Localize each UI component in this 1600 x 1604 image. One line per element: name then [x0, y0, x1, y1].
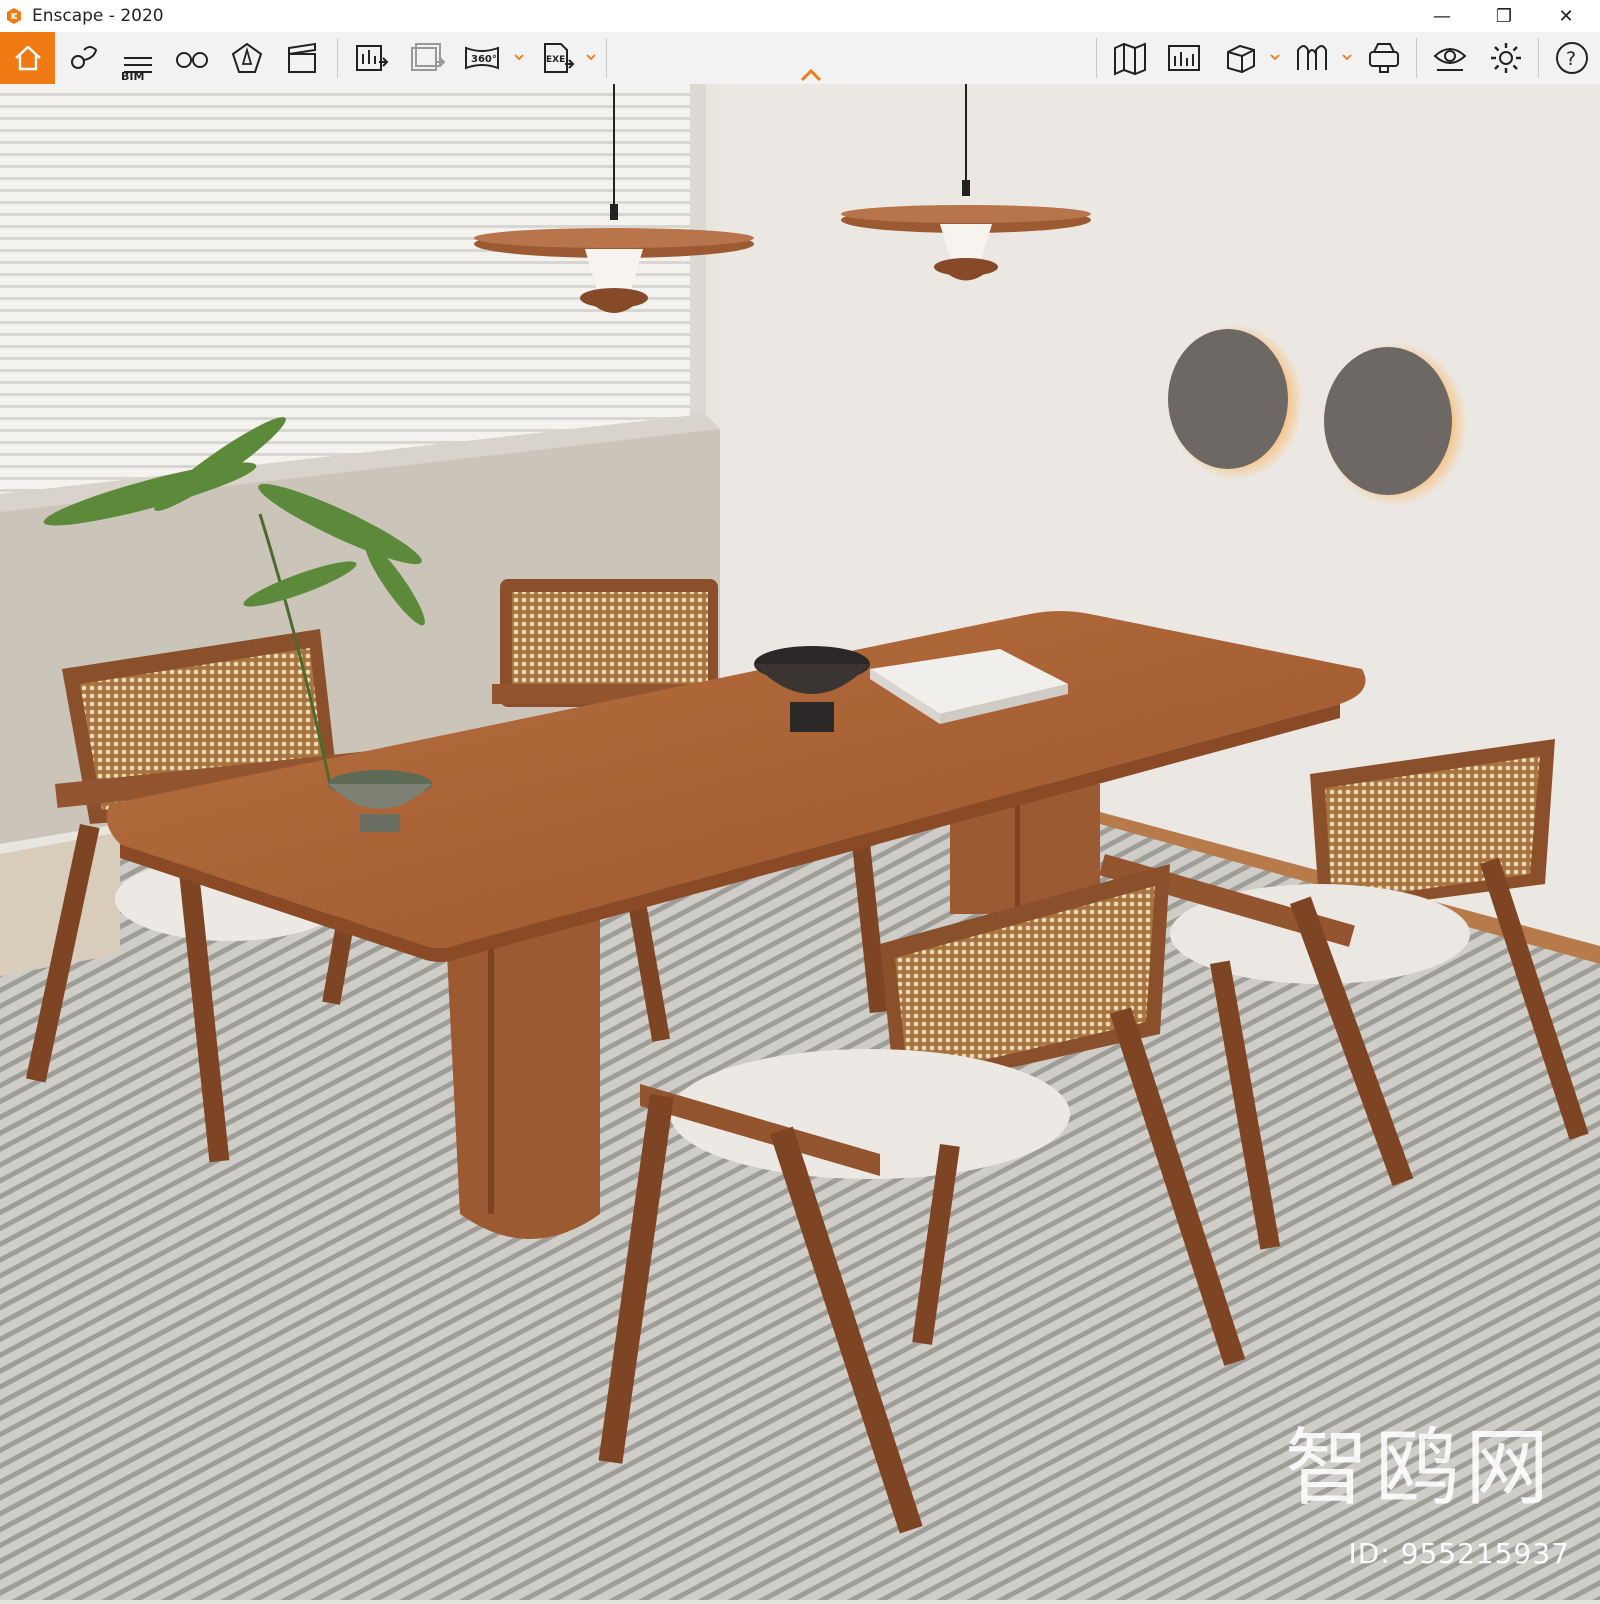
export-exe-button[interactable]: EXE — [536, 32, 580, 84]
title-bar: Enscape - 2020 — ❐ ✕ — [0, 0, 1600, 32]
close-button[interactable]: ✕ — [1540, 0, 1592, 32]
bim-label: BIM — [121, 70, 145, 83]
toolbar-separator — [337, 38, 338, 78]
export-exe-icon: EXE — [544, 43, 575, 73]
settings-button[interactable] — [1484, 32, 1528, 84]
binoculars-icon — [176, 52, 208, 68]
toolbar-separator — [1416, 38, 1417, 78]
asset-library-icon — [71, 46, 98, 69]
rendered-scene — [0, 84, 1600, 1600]
light-view-icon — [231, 42, 263, 73]
help-button[interactable]: ? — [1550, 32, 1594, 84]
render-viewport[interactable]: 智鸥网 ID: 955215937 — [0, 84, 1600, 1600]
materials-button[interactable] — [1290, 32, 1334, 84]
watermark-brand: 智鸥网 — [1284, 1419, 1555, 1517]
svg-text:360°: 360° — [471, 54, 497, 65]
binoculars-button[interactable] — [170, 32, 214, 84]
render-image-icon — [356, 45, 389, 71]
video-editor-icon — [288, 42, 316, 73]
materials-icon — [1297, 45, 1327, 70]
export-dropdown-chevron-icon[interactable] — [586, 52, 596, 62]
svg-text:EXE: EXE — [546, 55, 565, 65]
toolbar-separator — [1538, 38, 1539, 78]
batch-render-button[interactable] — [405, 32, 449, 84]
minimize-button[interactable]: — — [1416, 0, 1468, 32]
cube-view-dropdown-chevron-icon[interactable] — [1270, 52, 1280, 62]
screenshot-icon — [1168, 45, 1200, 71]
home-icon — [14, 45, 41, 71]
map-button[interactable] — [1108, 32, 1152, 84]
screenshot-button[interactable] — [1162, 32, 1206, 84]
panorama-360-button[interactable]: 360° — [460, 32, 504, 84]
toolbar-collapse-chevron-icon[interactable] — [800, 68, 822, 82]
visual-settings-icon — [1433, 48, 1467, 71]
map-icon — [1114, 42, 1146, 76]
enscape-logo-icon — [7, 8, 21, 24]
restore-button[interactable]: ❐ — [1478, 0, 1530, 32]
vr-headset-icon — [1369, 43, 1399, 73]
asset-library-button[interactable] — [62, 32, 106, 84]
settings-gear-icon — [1491, 43, 1521, 73]
watermark-id: ID: 955215937 — [1348, 1537, 1570, 1570]
cube-view-button[interactable] — [1218, 32, 1262, 84]
svg-text:?: ? — [1566, 48, 1576, 70]
toolbar-separator — [606, 38, 607, 78]
batch-render-icon — [411, 43, 446, 71]
cube-view-icon — [1227, 44, 1255, 74]
materials-dropdown-chevron-icon[interactable] — [1342, 52, 1352, 62]
light-view-button[interactable] — [225, 32, 269, 84]
window-title: Enscape - 2020 — [32, 6, 164, 26]
panorama-360-icon: 360° — [465, 46, 499, 70]
video-editor-button[interactable] — [280, 32, 324, 84]
panorama-dropdown-chevron-icon[interactable] — [514, 52, 524, 62]
render-image-button[interactable] — [350, 32, 394, 84]
visual-settings-button[interactable] — [1428, 32, 1472, 84]
vr-headset-button[interactable] — [1362, 32, 1406, 84]
help-icon: ? — [1556, 42, 1588, 74]
toolbar-separator — [1096, 38, 1097, 78]
home-button[interactable] — [0, 32, 55, 84]
